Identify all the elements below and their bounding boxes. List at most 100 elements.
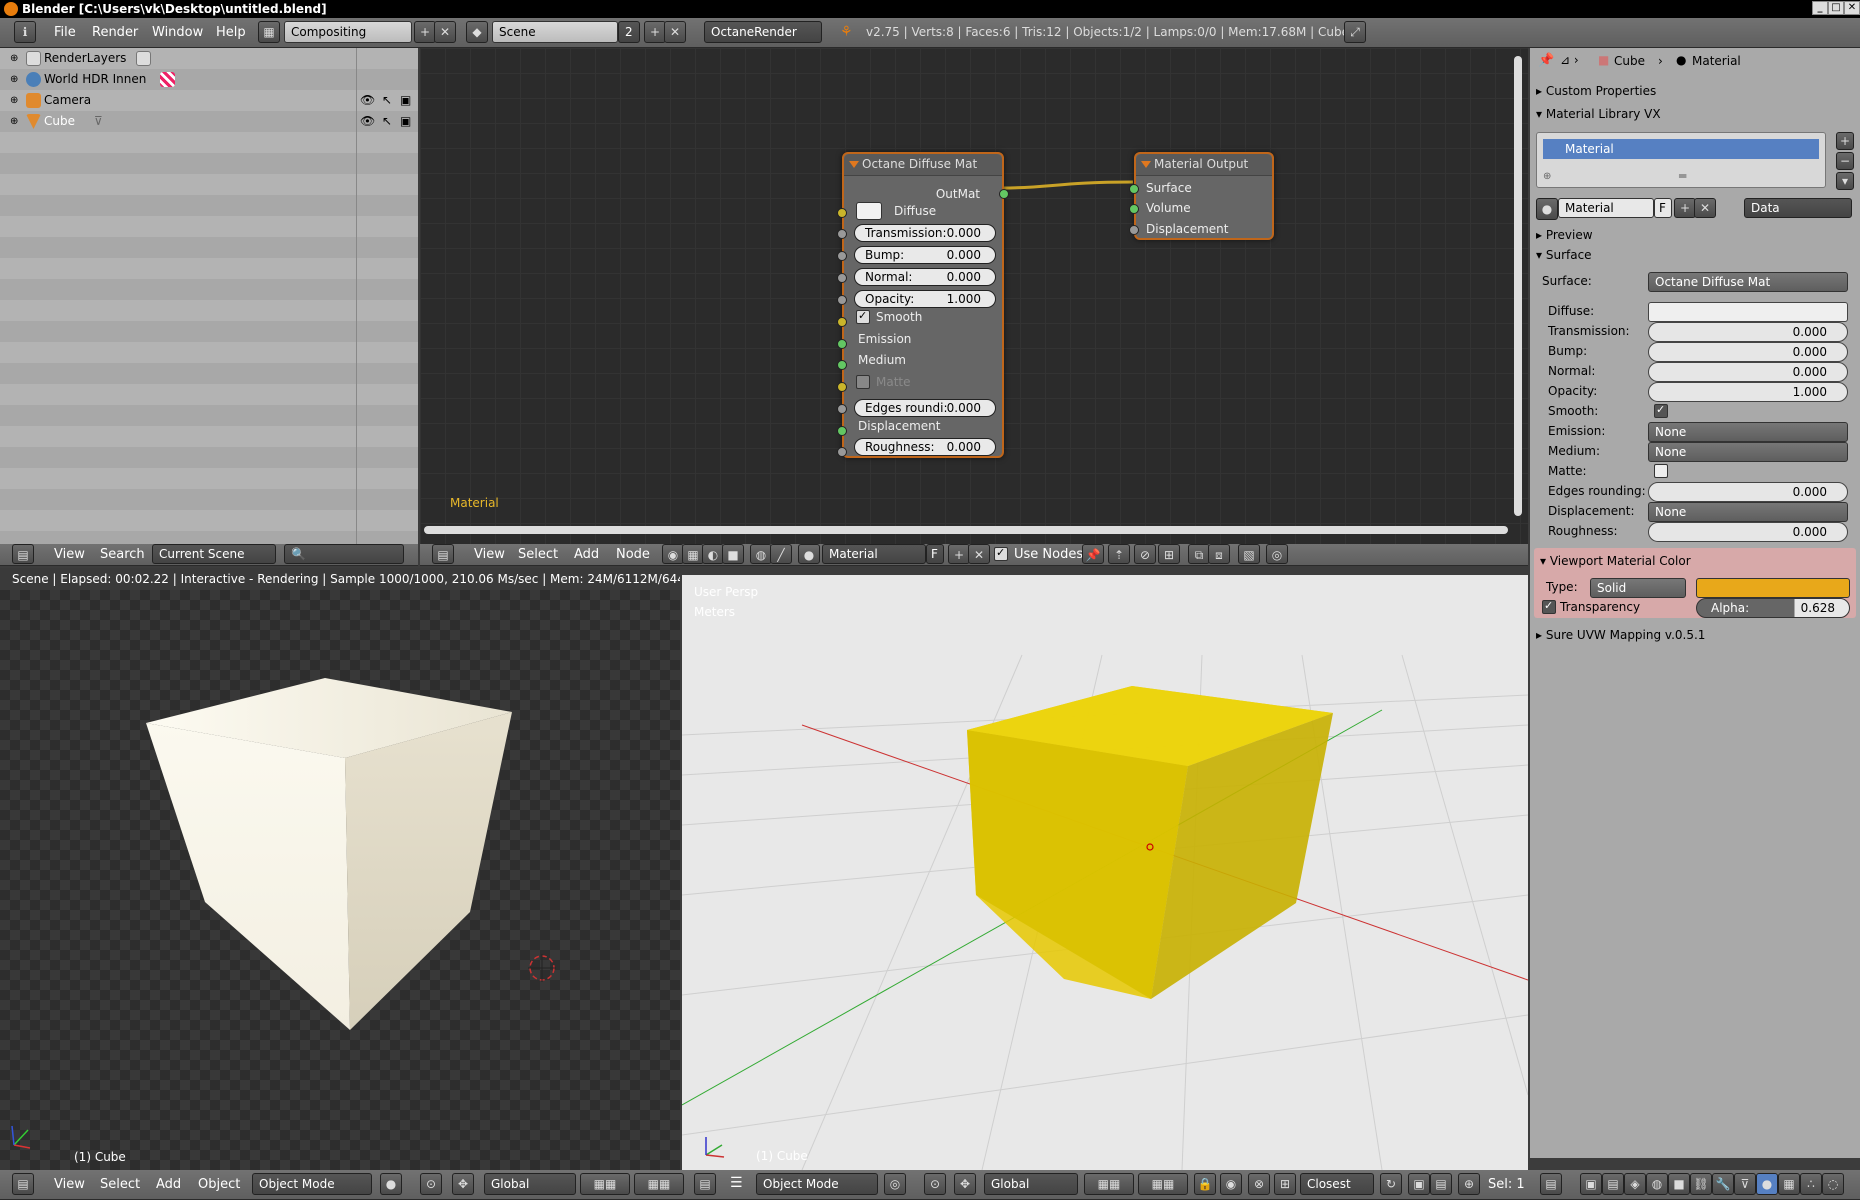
node-add-menu[interactable]: Add (574, 547, 599, 562)
material-browse-icon[interactable]: ● (798, 544, 820, 564)
modifiers-tab-icon[interactable]: 🔧 (1712, 1173, 1734, 1195)
transmission-field[interactable]: Transmission: 0.000 (854, 224, 996, 242)
viewport-editor-type-icon[interactable]: ▤ (694, 1173, 716, 1195)
outliner-search-input[interactable]: 🔍 (284, 544, 404, 564)
object-tab-icon[interactable]: ■ (1668, 1173, 1690, 1195)
world-shader-icon[interactable]: ◍ (750, 544, 772, 564)
material-link-dropdown[interactable]: Data (1744, 198, 1852, 218)
selection-icon[interactable]: ⊕ (1458, 1173, 1480, 1195)
emission-socket[interactable] (837, 339, 847, 349)
object-shader-icon[interactable]: ■ (722, 544, 744, 564)
custom-properties-section[interactable]: ▸ Custom Properties (1536, 84, 1656, 98)
layers-right-grid[interactable]: ▦▦ (634, 1173, 684, 1195)
node-node-menu[interactable]: Node (616, 547, 650, 562)
texture-nodes-icon[interactable]: ▦ (682, 544, 704, 564)
viewport-pivot-icon[interactable]: ⊙ (924, 1173, 946, 1195)
octane-render-viewport[interactable]: (1) Cube (0, 590, 680, 1170)
matte-checkbox[interactable] (1654, 464, 1668, 478)
shader-nodes-icon[interactable]: ◉ (662, 544, 684, 564)
opacity-field[interactable]: Opacity: 1.000 (854, 290, 996, 308)
render-tab-icon[interactable]: ▣ (1580, 1173, 1602, 1195)
visibility-eye-icon[interactable]: 👁 (360, 111, 375, 132)
render-select-menu[interactable]: Select (100, 1177, 140, 1192)
layers-left-grid[interactable]: ▦▦ (580, 1173, 630, 1195)
opacity-field[interactable]: 1.000 (1648, 382, 1848, 402)
viewport-type-dropdown[interactable]: Solid (1590, 578, 1686, 598)
roughness-socket[interactable] (837, 447, 847, 457)
unlink-material-icon[interactable]: ✕ (968, 544, 990, 564)
material-fake-user-button[interactable]: F (1654, 198, 1672, 218)
material-tab-icon[interactable]: ● (1756, 1173, 1778, 1195)
node-title[interactable]: Octane Diffuse Mat (844, 154, 1002, 176)
proportional-edit-icon[interactable]: ◉ (1220, 1173, 1242, 1195)
editor-type-icon[interactable]: ▤ (12, 544, 34, 564)
viewport-orientation-dropdown[interactable]: Global (984, 1173, 1078, 1195)
remove-slot-icon[interactable]: − (1836, 152, 1854, 170)
viewport-layers-left[interactable]: ▦▦ (1084, 1173, 1134, 1195)
parent-node-icon[interactable]: ⇡ (1108, 544, 1130, 564)
physics-tab-icon[interactable]: ◌ (1822, 1173, 1844, 1195)
normal-socket[interactable] (837, 273, 847, 283)
pin-icon[interactable]: 📌 (1082, 544, 1104, 564)
render-mode-dropdown[interactable]: Object Mode (252, 1173, 372, 1195)
edges-rounding-field[interactable]: 0.000 (1648, 482, 1848, 502)
edges-rounding-field[interactable]: Edges roundi: 0.000 (854, 399, 996, 417)
screen-layout-icon[interactable]: ▦ (258, 21, 280, 43)
matte-checkbox[interactable] (856, 375, 870, 389)
horizontal-scrollbar[interactable] (424, 526, 1508, 534)
list-resize-handle[interactable]: ═ (1679, 169, 1686, 183)
smooth-checkbox[interactable]: ✓ (1654, 403, 1668, 418)
layer-lock-icon[interactable]: 🔒 (1194, 1173, 1216, 1195)
menu-window[interactable]: Window (152, 25, 203, 40)
render-view-menu[interactable]: View (54, 1177, 85, 1192)
visibility-eye-icon[interactable]: 👁 (360, 90, 375, 111)
expand-icon[interactable]: ⊕ (10, 69, 18, 90)
outliner-search-menu[interactable]: Search (100, 547, 145, 562)
displacement-dropdown[interactable]: None (1648, 502, 1848, 522)
node-material-field[interactable]: Material (822, 544, 926, 564)
roughness-field[interactable]: Roughness: 0.000 (854, 438, 996, 456)
menu-file[interactable]: File (54, 25, 76, 40)
node-view-menu[interactable]: View (474, 547, 505, 562)
diffuse-color-field[interactable] (1648, 302, 1848, 322)
opengl-animation-icon[interactable]: ▤ (1430, 1173, 1452, 1195)
3d-viewport[interactable]: User Persp Meters (1) Cube (682, 575, 1528, 1170)
add-screen-icon[interactable]: + (414, 21, 436, 43)
auto-render-icon[interactable]: ◎ (1266, 544, 1288, 564)
line-style-icon[interactable]: ╱ (770, 544, 792, 564)
minimize-button[interactable]: _ (1812, 1, 1828, 15)
opengl-render-icon[interactable]: ▣ (1408, 1173, 1430, 1195)
pin-icon[interactable]: 📌 (1538, 53, 1554, 68)
copy-nodes-icon[interactable]: ⧉ (1188, 544, 1210, 564)
surface-section[interactable]: ▾ Surface (1536, 248, 1592, 262)
vertical-scrollbar[interactable] (1514, 56, 1522, 516)
constraints-tab-icon[interactable]: ⛓ (1690, 1173, 1712, 1195)
selectable-arrow-icon[interactable]: ↖ (382, 111, 392, 132)
medium-socket[interactable] (837, 360, 847, 370)
outliner-view-menu[interactable]: View (54, 547, 85, 562)
viewport-color-swatch[interactable] (1696, 578, 1850, 598)
add-scene-icon[interactable]: + (644, 21, 666, 43)
surface-socket[interactable] (1129, 184, 1139, 194)
pivot-point-icon[interactable]: ⊙ (420, 1173, 442, 1195)
transparency-checkbox[interactable]: ✓ (1542, 599, 1556, 614)
maximize-button[interactable]: □ (1828, 1, 1844, 15)
bump-field[interactable]: 0.000 (1648, 342, 1848, 362)
snap-target-dropdown[interactable]: Closest (1300, 1173, 1374, 1195)
preview-section[interactable]: ▸ Preview (1536, 228, 1593, 242)
info-editor-type-icon[interactable]: ℹ (14, 21, 36, 43)
normal-field[interactable]: Normal: 0.000 (854, 268, 996, 286)
backdrop-icon[interactable]: ▧ (1238, 544, 1260, 564)
renderable-camera-icon[interactable]: ▣ (400, 90, 411, 111)
viewport-menu-icon[interactable]: ☰ (730, 1175, 743, 1191)
displacement-output-socket[interactable] (1129, 225, 1139, 235)
remove-screen-icon[interactable]: ✕ (434, 21, 456, 43)
new-material-icon[interactable]: + (948, 544, 970, 564)
node-select-menu[interactable]: Select (518, 547, 558, 562)
snap-icon[interactable]: ⊘ (1134, 544, 1156, 564)
material-slot-item[interactable]: Material (1543, 139, 1819, 159)
unlink-material-icon[interactable]: ✕ (1694, 198, 1716, 218)
edges-socket[interactable] (837, 404, 847, 414)
node-editor[interactable]: Octane Diffuse Mat OutMat Diffuse Transm… (420, 48, 1528, 544)
fullscreen-icon[interactable]: ⤢ (1344, 21, 1366, 43)
